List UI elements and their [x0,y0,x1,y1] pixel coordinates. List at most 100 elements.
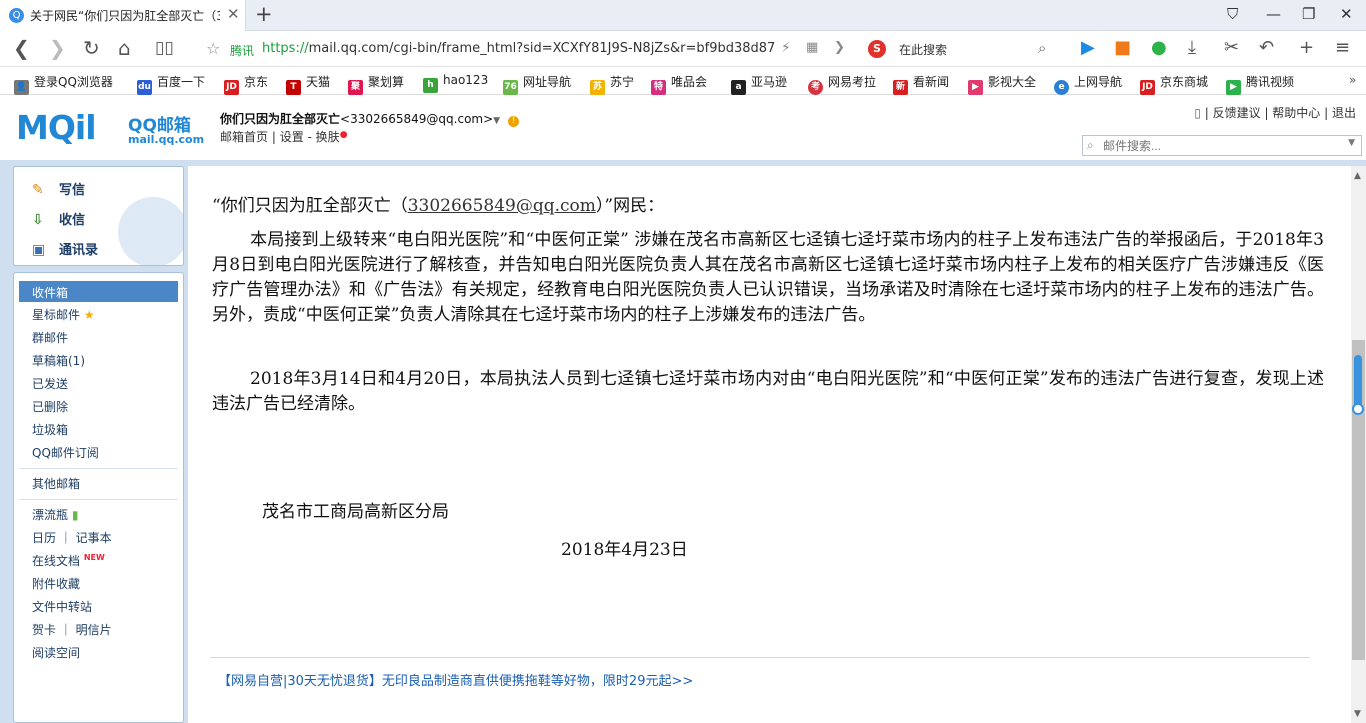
qrcode-icon[interactable]: ▦ [806,37,818,59]
add-icon[interactable]: + [1299,37,1314,59]
app-drift-bottle[interactable]: 漂流瓶 ▮ [32,506,78,523]
bookmark-item[interactable]: ▶ 腾讯视频 [1226,73,1294,95]
wechat-icon[interactable]: ● [1151,37,1167,59]
letter-paragraph-2: 2018年3月14日和4月20日，本局执法人员到七迳镇七迳圩菜市场内对由“电白阳… [212,369,1324,414]
skin-link[interactable]: 换肤 [316,130,340,144]
settings-link[interactable]: 设置 [280,130,304,144]
juhuasuan-icon: 聚 [348,80,363,95]
minimize-icon[interactable]: — [1266,5,1281,23]
divider [210,657,1310,658]
account-links: 邮箱首页 | 设置 - 换肤● [220,130,348,144]
sogou-search-icon[interactable]: S [868,40,886,58]
flash-icon[interactable]: ⚡ [781,37,791,59]
vertical-scrollbar[interactable]: ▲ ▼ [1351,166,1366,723]
calendar-link[interactable]: 日历 [32,531,56,545]
bookmark-item[interactable]: 👤 登录QQ浏览器 [14,73,113,95]
compose-button[interactable]: ✎ 写信 [32,179,85,198]
bookmark-item[interactable]: 76 网址导航 [503,73,571,95]
app-attachments[interactable]: 附件收藏 [32,575,80,592]
help-link[interactable]: 帮助中心 [1272,106,1320,120]
bookmark-item[interactable]: 苏苏宁 [590,73,634,95]
side-slider-handle[interactable] [1352,403,1364,415]
folder-inbox[interactable]: 收件箱 [19,281,178,302]
bookmark-item[interactable]: 新看新闻 [893,73,949,95]
bookmark-star-icon[interactable]: ☆ [206,39,220,58]
home-icon[interactable]: ⌂ [118,37,131,59]
tab-title: 关于网民“你们只因为肛全部灭亡（3302665849@qq.com）” [30,9,220,23]
folder-spam[interactable]: 垃圾箱 [32,421,68,438]
folder-subscriptions[interactable]: QQ邮件订阅 [32,444,99,461]
bookmark-item[interactable]: du 百度一下 [137,73,205,95]
bookmark-item[interactable]: a 亚马逊 [731,73,787,95]
browser-tab[interactable]: Q 关于网民“你们只因为肛全部灭亡（3302665849@qq.com）” ✕ [0,0,246,31]
maximize-icon[interactable]: ❐ [1302,5,1315,23]
jd-icon: JD [224,80,239,95]
url-text[interactable]: https://mail.qq.com/cgi-bin/frame_html?s… [262,41,775,56]
folder-group[interactable]: 群邮件 [32,329,68,346]
mail-search-box[interactable]: ⌕ ▼ [1082,135,1362,156]
bookmark-item[interactable]: 聚聚划算 [348,73,404,95]
bookmark-item[interactable]: 特唯品会 [651,73,707,95]
more-bookmarks-icon[interactable]: » [1349,73,1356,87]
play-icon[interactable]: ▶ [1081,37,1095,59]
bookmark-item[interactable]: h hao123 [423,73,488,93]
feedback-link[interactable]: 反馈建议 [1213,106,1261,120]
chevron-down-icon[interactable]: ▼ [1348,138,1355,148]
mailbox-home-link[interactable]: 邮箱首页 [220,130,268,144]
bookmark-item[interactable]: JD 京东 [224,73,268,95]
back-icon[interactable]: ❮ [13,37,30,59]
greeting-card-link[interactable]: 贺卡 [32,623,56,637]
url-scheme: https:// [262,41,309,56]
contacts-button[interactable]: ▣ 通讯录 [32,239,98,258]
bookmark-item[interactable]: T 天猫 [286,73,330,95]
notes-link[interactable]: 记事本 [76,531,112,545]
mobile-icon[interactable]: ▯ [1194,106,1201,120]
folder-starred[interactable]: 星标邮件 ★ [32,306,95,323]
new-tab-button[interactable]: + [255,2,273,26]
undo-icon[interactable]: ↶ [1259,37,1274,59]
close-tab-icon[interactable]: ✕ [227,5,240,23]
app-online-docs[interactable]: 在线文档 NEW [32,552,105,569]
app-reading-space[interactable]: 阅读空间 [32,644,80,661]
folder-drafts[interactable]: 草稿箱(1) [32,352,85,369]
refresh-icon[interactable]: ↻ [83,37,100,59]
qqmail-logo[interactable]: MQil QQ邮箱 mail.qq.com [16,108,206,148]
warning-icon[interactable]: ! [508,116,520,127]
folder-other-mailboxes[interactable]: 其他邮箱 [32,475,80,492]
expand-arrow-icon[interactable]: ❯ [834,37,845,59]
scroll-down-icon[interactable]: ▼ [1354,709,1361,719]
close-window-icon[interactable]: ✕ [1340,5,1353,23]
amazon-icon: a [731,80,746,95]
bookmark-item[interactable]: JD 京东商城 [1140,73,1208,95]
reader-icon[interactable]: ▯▯ [155,37,174,59]
bookmark-item[interactable]: e 上网导航 [1054,73,1122,95]
scissors-icon[interactable]: ✂ [1224,37,1239,59]
receive-button[interactable]: ⇩ 收信 [32,209,85,228]
divider [19,468,178,469]
logout-link[interactable]: 退出 [1332,106,1356,120]
ad-link[interactable]: 【网易自营|30天无忧退货】无印良品制造商直供便携拖鞋等好物，限时29元起>> [218,670,693,689]
menu-icon[interactable]: ≡ [1335,37,1350,59]
app-file-transfer[interactable]: 文件中转站 [32,598,92,615]
address-bar[interactable]: ☆ 腾讯 https://mail.qq.com/cgi-bin/frame_h… [198,35,856,63]
pin-icon[interactable]: ⛉ [1227,5,1238,23]
folder-deleted[interactable]: 已删除 [32,398,68,415]
postcard-link[interactable]: 明信片 [76,623,112,637]
scroll-up-icon[interactable]: ▲ [1354,171,1361,181]
kaola-icon: 考 [808,80,823,95]
baidu-paw-icon: du [137,80,152,95]
tencent-video-icon: ▶ [1226,80,1241,95]
bookmark-item[interactable]: 考网易考拉 [808,73,876,95]
download-icon[interactable]: ⤓ [1188,37,1196,59]
folder-sent[interactable]: 已发送 [32,375,68,392]
bookmark-item[interactable]: ▶ 影视大全 [968,73,1036,95]
browser-search-box[interactable]: S 在此搜索 ⌕ [864,35,1060,63]
ie-icon: e [1054,80,1069,95]
forward-icon[interactable]: ❯ [49,37,66,59]
mail-search-input[interactable] [1103,137,1333,154]
greeting-email-link[interactable]: 3302665849@qq.com [408,196,596,216]
folder-list: 收件箱 星标邮件 ★ 群邮件 草稿箱(1) 已发送 已删除 垃圾箱 QQ邮件订阅… [13,272,184,723]
account-dropdown-icon[interactable]: ▼ [493,116,500,126]
search-icon[interactable]: ⌕ [1038,39,1046,57]
video-camera-icon[interactable]: ■ [1114,37,1131,59]
